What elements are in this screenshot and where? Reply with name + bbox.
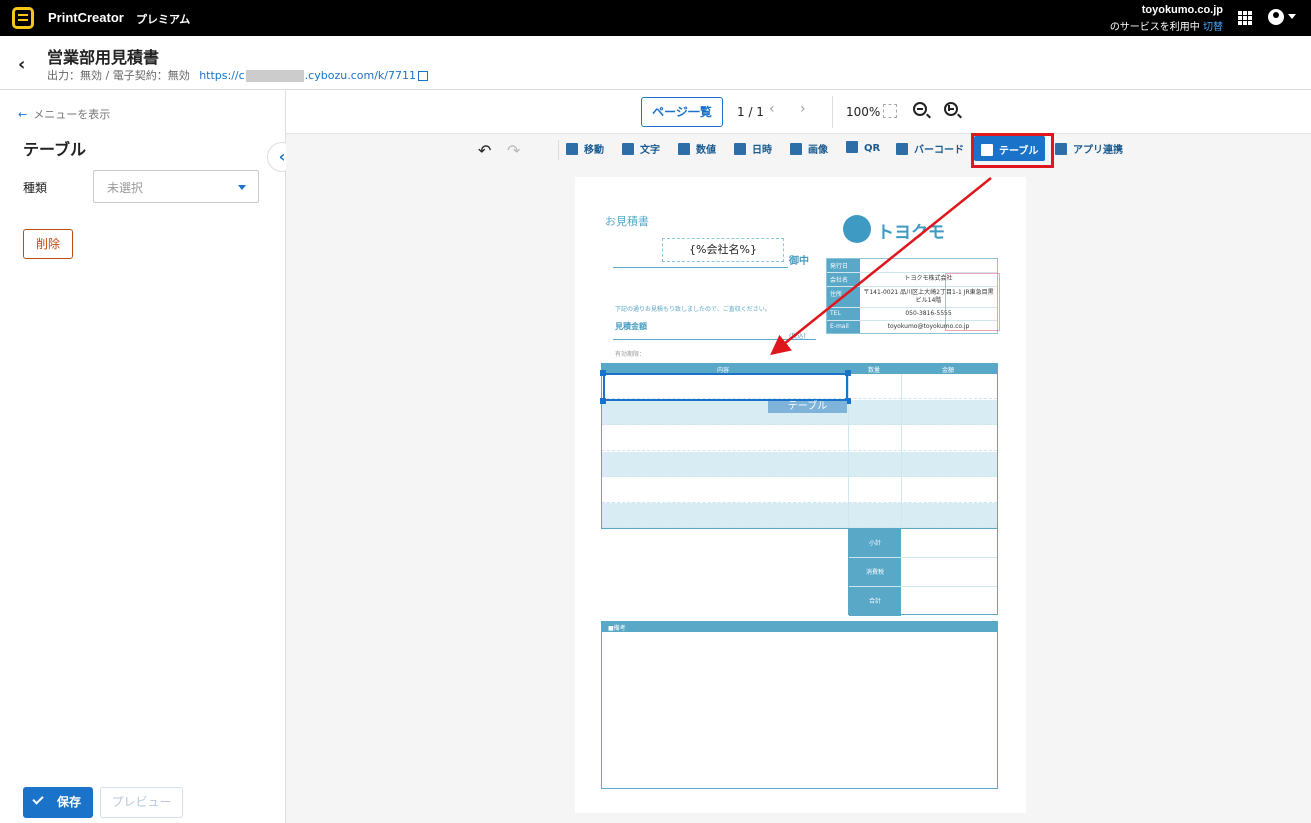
plan-badge: プレミアム [136,13,191,26]
logo-circle-icon [843,215,871,243]
resize-handle[interactable] [600,370,606,376]
tool-move[interactable]: 移動 [566,141,604,159]
undo-icon[interactable]: ↶ [478,141,491,160]
text-icon [622,143,634,155]
arrow-left-icon: ← [18,108,28,121]
tool-text[interactable]: 文字 [622,141,660,159]
table-row [602,478,997,503]
printcreator-logo-icon[interactable] [12,7,34,29]
tool-datetime[interactable]: 日時 [734,141,772,159]
switch-link[interactable]: 切替 [1203,22,1223,33]
apps-grid-icon[interactable] [1238,11,1252,25]
doc-title: お見積書 [605,215,649,228]
intro-text: 下記の通りお見積もり致しましたので、ご査収ください。 [615,306,771,313]
remarks-box[interactable]: ■備考 [601,621,998,789]
show-menu-link[interactable]: ← メニューを表示 [18,106,110,122]
kind-label: 種類 [23,181,48,195]
resize-handle[interactable] [600,398,606,404]
account-service-text: のサービスを利用中 切替 [1109,22,1223,33]
fit-screen-icon[interactable] [883,104,897,118]
page-title: 営業部用見積書 [47,48,160,67]
selection-label: テーブル [768,401,847,413]
redacted-block [245,70,304,82]
tool-qr[interactable]: QR [846,141,880,159]
summary-table: 小計 消費税 合計 [848,528,998,616]
account-domain: toyokumo.co.jp [1141,4,1223,16]
move-icon [566,143,578,155]
table-row [602,452,997,477]
user-avatar-icon[interactable] [1268,9,1284,25]
company-name-field[interactable]: {%会社名%} [662,238,784,262]
page-list-button[interactable]: ページ一覧 [641,97,723,127]
element-toolbar: ↶ ↷ 移動 文字 数値 日時 画像 QR バーコード テーブル アプリ連携 [286,135,1311,165]
tool-barcode[interactable]: バーコード [896,141,964,159]
tool-image[interactable]: 画像 [790,141,828,159]
page-indicator: 1 / 1 [737,105,764,119]
valid-until-label: 有効期限： [615,351,646,358]
redo-icon[interactable]: ↷ [507,141,520,160]
barcode-icon [896,143,908,155]
calculator-icon [678,143,690,155]
calendar-icon [734,143,746,155]
form-status: 出力：無効 / 電子契約：無効 https://c .cybozu.com/k/7… [47,67,428,83]
kind-select[interactable]: 未選択 [93,170,259,203]
status-text: 出力：無効 / 電子契約：無効 [47,69,190,82]
page-header: ‹ 営業部用見積書 出力：無効 / 電子契約：無効 https://c .cybo… [0,36,1311,90]
qr-code-icon [846,141,858,153]
app-name[interactable]: PrintCreator [48,10,124,25]
external-link-icon[interactable] [417,71,428,81]
toyokumo-logo: トヨクモ [843,215,963,243]
table-row [602,426,997,451]
settings-sidebar: ← メニューを表示 テーブル 種類 未選択 削除 保存 プレビュー [0,90,286,823]
sync-icon [1055,143,1067,155]
tool-app-link[interactable]: アプリ連携 [1055,141,1123,159]
company-seal [945,273,1000,331]
app-url-link[interactable]: https://c .cybozu.com/k/7711 [199,69,428,82]
editor-canvas: ページ一覧 1 / 1 ‹ › 100% ↶ ↷ 移動 文字 数値 日時 画像 … [286,90,1311,823]
dropdown-caret-icon [238,185,246,190]
save-button[interactable]: 保存 [23,787,93,818]
tool-number[interactable]: 数値 [678,141,716,159]
zoom-level: 100% [846,105,881,119]
document-page[interactable]: お見積書 {%会社名%} 御中 トヨクモ 発行日 会社名 トヨクモ株式会社 住所〒… [575,177,1026,813]
image-icon [790,143,802,155]
header-amount: 金額 [942,367,955,374]
onchu-label: 御中 [789,256,809,267]
check-icon [32,793,44,805]
preview-button[interactable]: プレビュー [100,787,183,818]
pager-bar: ページ一覧 1 / 1 ‹ › 100% [286,90,1311,134]
resize-handle[interactable] [845,370,851,376]
delete-button[interactable]: 削除 [23,229,73,259]
table-selection-box[interactable] [603,373,848,401]
zoom-in-icon[interactable] [944,102,958,116]
header-qty: 数量 [868,367,881,374]
table-row [602,503,997,528]
table-tool-highlight [971,133,1054,168]
prev-page-icon[interactable]: ‹ [769,101,775,117]
amount-label: 見積金額 [615,322,647,331]
zoom-out-icon[interactable] [913,102,927,116]
sidebar-title: テーブル [23,140,87,159]
chevron-down-icon[interactable] [1288,14,1296,19]
next-page-icon[interactable]: › [800,101,806,117]
back-button[interactable]: ‹ [18,54,25,75]
top-bar: PrintCreator プレミアム toyokumo.co.jp のサービスを… [0,0,1311,36]
